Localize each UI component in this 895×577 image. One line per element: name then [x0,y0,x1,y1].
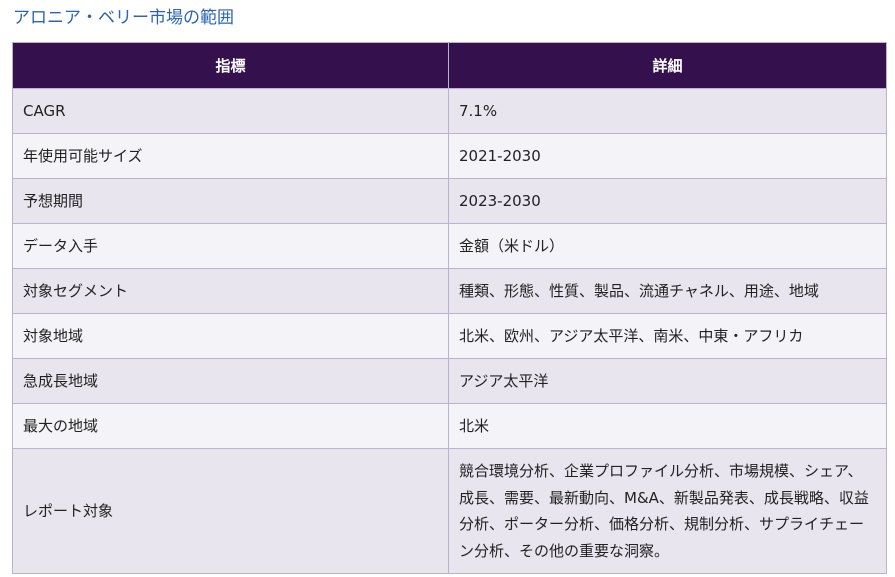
column-header-metric: 指標 [12,42,449,89]
table-row: 対象セグメント 種類、形態、性質、製品、流通チャネル、用途、地域 [12,268,887,314]
table-row: 対象地域 北米、欧州、アジア太平洋、南米、中東・アフリカ [12,313,887,359]
row-metric-label: 年使用可能サイズ [12,133,449,179]
row-metric-value: 北米、欧州、アジア太平洋、南米、中東・アフリカ [448,313,887,359]
row-metric-value: 7.1% [448,88,887,134]
row-metric-value: 北米 [448,403,887,449]
table-row: レポート対象 競合環境分析、企業プロファイル分析、市場規模、シェア、成長、需要、… [12,448,887,574]
row-metric-value: 2021-2030 [448,133,887,179]
table-row: データ入手 金額（米ドル） [12,223,887,269]
row-metric-value: 2023-2030 [448,178,887,224]
table-row: 最大の地域 北米 [12,403,887,449]
column-header-details: 詳細 [448,42,887,89]
table-header-row: 指標 詳細 [12,42,887,89]
row-metric-value: 種類、形態、性質、製品、流通チャネル、用途、地域 [448,268,887,314]
row-metric-label: 対象地域 [12,313,449,359]
row-metric-value: 競合環境分析、企業プロファイル分析、市場規模、シェア、成長、需要、最新動向、M&… [448,448,887,574]
page-title: アロニア・ベリー市場の範囲 [13,8,234,28]
row-metric-label: CAGR [12,88,449,134]
table-row: 急成長地域 アジア太平洋 [12,358,887,404]
row-metric-label: 対象セグメント [12,268,449,314]
row-metric-label: 急成長地域 [12,358,449,404]
row-metric-label: データ入手 [12,223,449,269]
table-row: 予想期間 2023-2030 [12,178,887,224]
scope-table: 指標 詳細 CAGR 7.1% 年使用可能サイズ 2021-2030 予想期間 … [12,42,887,574]
row-metric-label: レポート対象 [12,448,449,574]
table-row: CAGR 7.1% [12,88,887,134]
table-row: 年使用可能サイズ 2021-2030 [12,133,887,179]
row-metric-label: 予想期間 [12,178,449,224]
row-metric-label: 最大の地域 [12,403,449,449]
row-metric-value: 金額（米ドル） [448,223,887,269]
row-metric-value: アジア太平洋 [448,358,887,404]
